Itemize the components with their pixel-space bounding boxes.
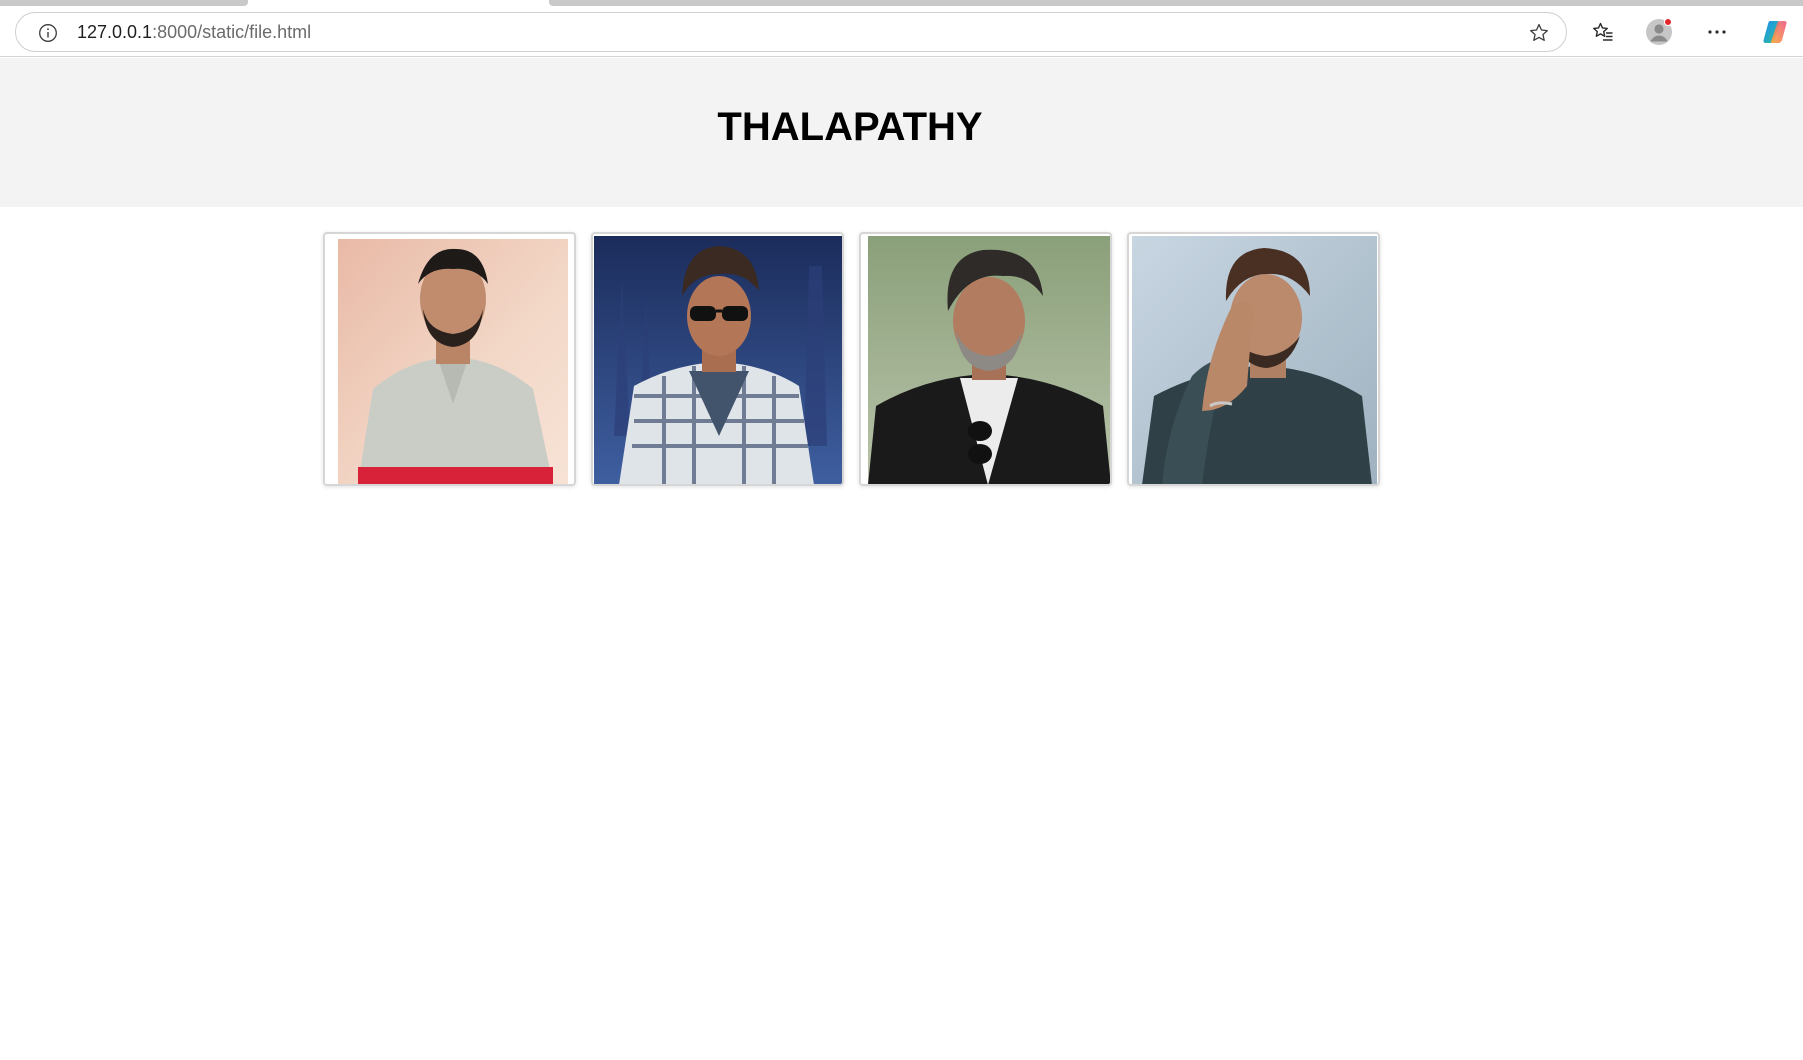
url-host: 127.0.0.1 [77,22,153,42]
browser-tab-right[interactable] [549,0,1803,6]
tab-strip [0,0,1803,7]
notification-dot [1664,18,1672,26]
photo-card-1[interactable] [323,232,576,486]
more-menu-icon[interactable] [1703,18,1731,46]
favorites-icon[interactable] [1589,18,1617,46]
browser-tab-left[interactable] [0,0,248,6]
browser-toolbar: 127.0.0.1:8000/static/file.html [0,7,1803,57]
portrait-photo-2 [594,236,842,484]
star-icon[interactable] [1528,22,1550,44]
photo-card-3[interactable] [859,232,1112,486]
profile-avatar-icon[interactable] [1645,18,1673,46]
photo-card-2[interactable] [591,232,844,486]
info-icon[interactable] [38,23,58,43]
page-title: THALAPATHY [717,105,983,149]
copilot-icon[interactable] [1761,18,1789,46]
portrait-photo-3 [868,236,1110,484]
portrait-photo-4 [1132,236,1377,484]
portrait-photo-1 [338,239,568,484]
url-text[interactable]: 127.0.0.1:8000/static/file.html [77,13,311,51]
address-bar[interactable]: 127.0.0.1:8000/static/file.html [15,12,1567,52]
photo-card-4[interactable] [1127,232,1380,486]
url-path: :8000/static/file.html [152,22,312,42]
page-header: THALAPATHY [0,58,1803,207]
